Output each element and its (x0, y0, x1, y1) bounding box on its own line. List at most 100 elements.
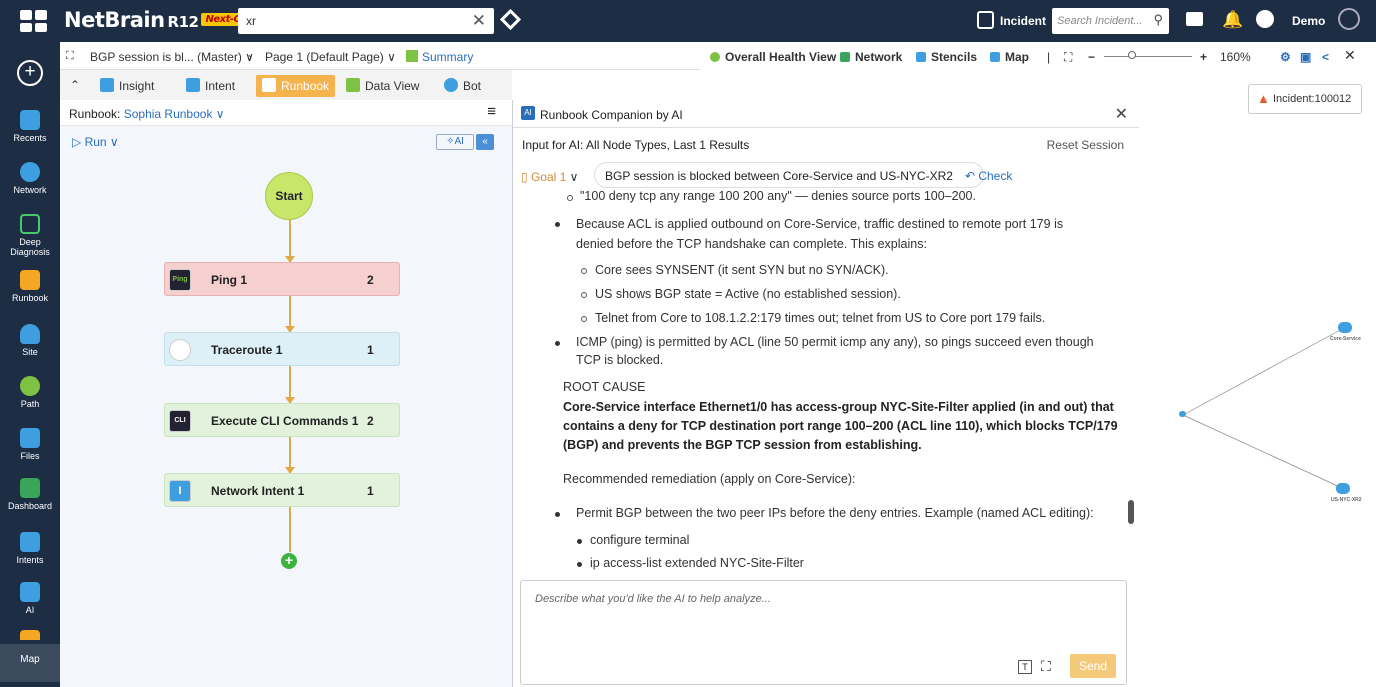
tab-runbook[interactable]: Runbook (256, 75, 336, 97)
goal-selector[interactable]: ▯ Goal 1 ∨ (521, 170, 578, 184)
sidebar-item-map[interactable]: Map (0, 644, 60, 682)
network-map[interactable]: Core-Service US-NYC-XR2 (1139, 100, 1376, 687)
chat-icon[interactable] (1186, 12, 1203, 26)
sidebar-item-recents[interactable]: Recents (0, 110, 60, 143)
sidebar-item-more[interactable] (0, 630, 60, 640)
user-name[interactable]: Demo (1292, 14, 1325, 28)
ai-prompt-input[interactable]: Describe what you'd like the AI to help … (520, 580, 1127, 685)
close-icon[interactable]: ✕ (1344, 47, 1356, 64)
zoom-level: 160% (1220, 50, 1251, 64)
save-icon[interactable]: ▣ (1300, 50, 1311, 64)
bot-icon (444, 78, 458, 92)
zoom-slider-handle[interactable] (1128, 51, 1136, 59)
app-window: NetBrain R12 Next-Gen xr ✕ Incident Search … (0, 0, 1376, 687)
prompt-placeholder: Describe what you'd like the AI to help … (535, 593, 771, 605)
input-for-ai[interactable]: Input for AI: All Node Types, Last 1 Res… (522, 138, 749, 152)
sidebar-item-path[interactable]: Path (0, 376, 60, 409)
add-icon[interactable]: + (17, 60, 43, 86)
add-node-button[interactable]: + (281, 553, 297, 569)
goal-pill[interactable]: BGP session is blocked between Core-Serv… (594, 162, 1012, 188)
response-line: ip access-list extended NYC-Site-Filter (590, 556, 804, 570)
collapse-panel-icon[interactable]: « (476, 134, 494, 150)
node-network-intent[interactable]: I Network Intent 11 (164, 473, 400, 507)
tab-insight[interactable]: Insight (94, 75, 160, 97)
tab-bot[interactable]: Bot (438, 75, 487, 97)
sidebar-item-files[interactable]: Files (0, 428, 60, 461)
response-line: denied before the TCP handshake can comp… (576, 237, 927, 251)
path-icon (20, 376, 40, 396)
template-icon[interactable]: T (1018, 660, 1032, 674)
run-button[interactable]: ▷ Run ∨ (72, 135, 119, 149)
response-line: (BGP) and prevents the BGP TCP session f… (563, 438, 922, 452)
intent-icon: I (169, 480, 191, 502)
search-icon[interactable]: ⚲ (1153, 12, 1163, 28)
start-node[interactable]: Start (265, 172, 313, 220)
sidebar-item-network[interactable]: Network (0, 162, 60, 195)
stencils-button[interactable]: Stencils (916, 50, 977, 64)
bullet (555, 512, 560, 517)
goal-row: ▯ Goal 1 ∨ BGP session is blocked betwee… (513, 160, 1140, 190)
tab-intent[interactable]: Intent (180, 75, 241, 97)
map-title[interactable]: BGP session is bl... (Master) ∨ (90, 50, 254, 64)
incident-badge[interactable]: ▲ Incident:100012 (1248, 84, 1362, 114)
response-line: ICMP (ping) is permitted by ACL (line 50… (576, 335, 1094, 349)
settings-icon[interactable]: ⚙ (1280, 50, 1291, 64)
fit-icon[interactable]: ⛶ (1064, 50, 1072, 65)
ai-button[interactable]: ✧AI (436, 134, 474, 150)
bullet (567, 195, 573, 201)
node-execute-cli[interactable]: CLI Execute CLI Commands 12 (164, 403, 400, 437)
tab-search-input[interactable]: xr ✕ (238, 8, 494, 34)
sidebar-item-runbook[interactable]: Runbook (0, 270, 60, 303)
menu-icon[interactable]: ≡ (487, 103, 496, 120)
map-toolbar: Overall Health View Network Stencils Map… (700, 42, 1376, 70)
router-icon[interactable] (1338, 322, 1352, 333)
sidebar-item-deep-diagnosis[interactable]: Deep Diagnosis (0, 214, 60, 257)
intent-icon (20, 532, 40, 552)
runbook-header: Runbook: Sophia Runbook ∨ ≡ (60, 100, 512, 126)
summary-link[interactable]: Summary (422, 50, 473, 64)
router-icon[interactable] (1336, 483, 1350, 494)
page-selector[interactable]: Page 1 (Default Page) ∨ (265, 50, 396, 64)
sidebar-item-ai[interactable]: AI (0, 582, 60, 615)
tab-data-view[interactable]: Data View (340, 75, 425, 97)
send-button[interactable]: Send (1070, 654, 1116, 678)
runbook-title[interactable]: Runbook: Sophia Runbook ∨ (69, 107, 225, 121)
incident-label[interactable]: Incident (1000, 14, 1046, 28)
ai-panel-header: AI Runbook Companion by AI ✕ (513, 100, 1140, 128)
data-view-icon (346, 78, 360, 92)
runbook-run-bar: ▷ Run ∨ ✧AI « (60, 126, 512, 156)
diamond-icon[interactable] (499, 8, 522, 31)
map-icon (990, 52, 1000, 62)
zoom-slider[interactable] (1104, 56, 1192, 57)
expand-icon[interactable]: ⛶ (66, 50, 74, 63)
map-button[interactable]: Map (990, 50, 1029, 64)
response-line: US shows BGP state = Active (no establis… (595, 287, 901, 301)
share-icon[interactable]: < (1322, 50, 1329, 64)
sidebar-item-site[interactable]: Site (0, 324, 60, 357)
zoom-in-button[interactable]: + (1200, 50, 1207, 64)
bell-icon[interactable]: 🔔 (1222, 10, 1243, 30)
response-line: Permit BGP between the two peer IPs befo… (576, 506, 1094, 520)
app-grid-icon[interactable] (14, 7, 47, 35)
node-traceroute[interactable]: Traceroute 11 (164, 332, 400, 366)
expand-icon[interactable]: ⛶ (1041, 658, 1051, 675)
scrollbar-thumb[interactable] (1128, 500, 1134, 524)
help-icon[interactable] (1338, 8, 1360, 30)
zoom-out-button[interactable]: − (1088, 50, 1095, 64)
node-ping[interactable]: Ping Ping 12 (164, 262, 400, 296)
network-button[interactable]: Network (840, 50, 902, 64)
bullet (581, 316, 587, 322)
response-line: Core-Service interface Ethernet1/0 has a… (563, 400, 1114, 414)
device-icon[interactable] (1179, 411, 1186, 417)
close-icon[interactable]: ✕ (1115, 104, 1128, 124)
incident-search-input[interactable]: Search Incident... ⚲ (1052, 8, 1169, 34)
reset-session-button[interactable]: Reset Session (1047, 138, 1124, 152)
user-icon[interactable] (1256, 10, 1274, 28)
collapse-icon[interactable]: ⌃ (64, 75, 86, 97)
sidebar-item-dashboard[interactable]: Dashboard (0, 478, 60, 511)
close-icon[interactable]: ✕ (472, 11, 486, 31)
check-button[interactable]: ↶ Check (965, 169, 1012, 183)
health-view-button[interactable]: Overall Health View (710, 50, 836, 64)
incident-icon[interactable] (977, 11, 994, 29)
sidebar-item-intents[interactable]: Intents (0, 532, 60, 565)
